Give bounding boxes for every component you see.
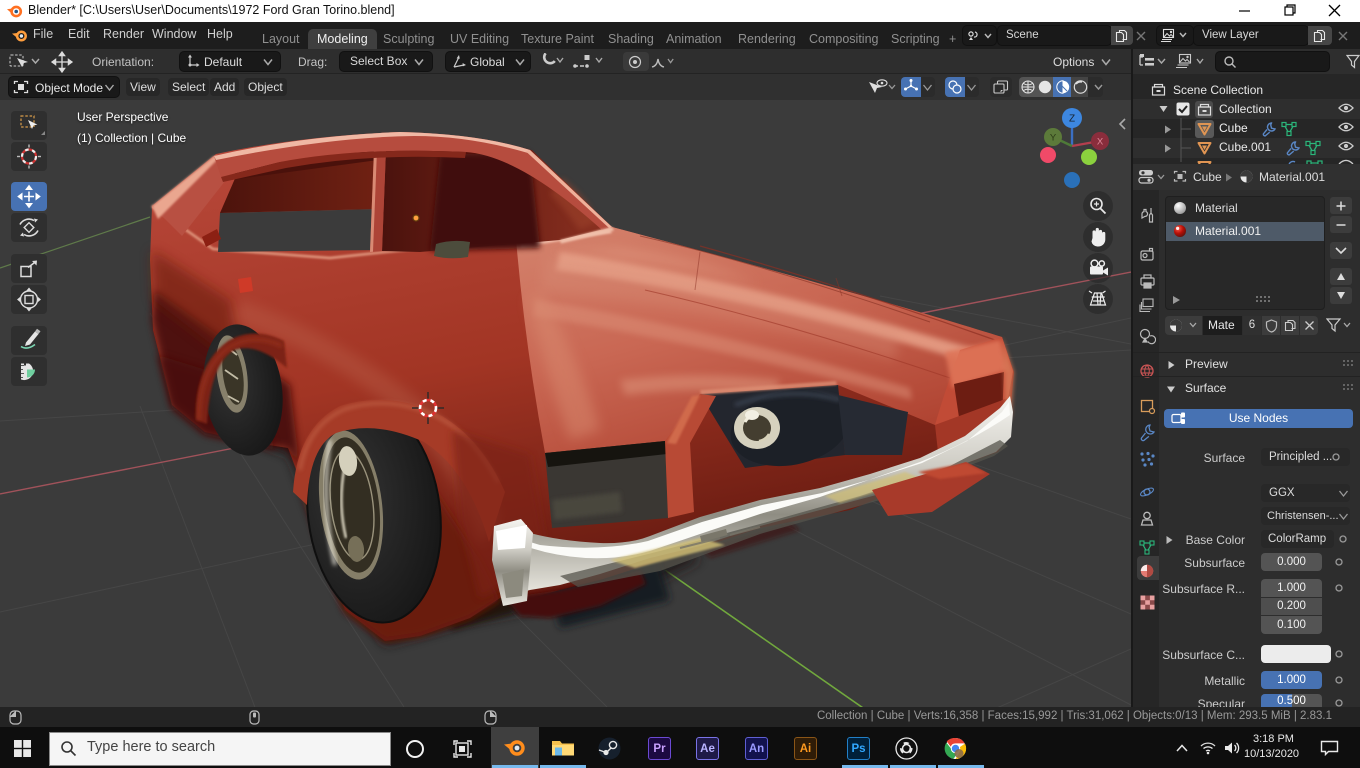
svg-text:Z: Z <box>1069 114 1075 125</box>
svg-text:X: X <box>1097 137 1104 148</box>
svg-text:Y: Y <box>1050 133 1057 144</box>
